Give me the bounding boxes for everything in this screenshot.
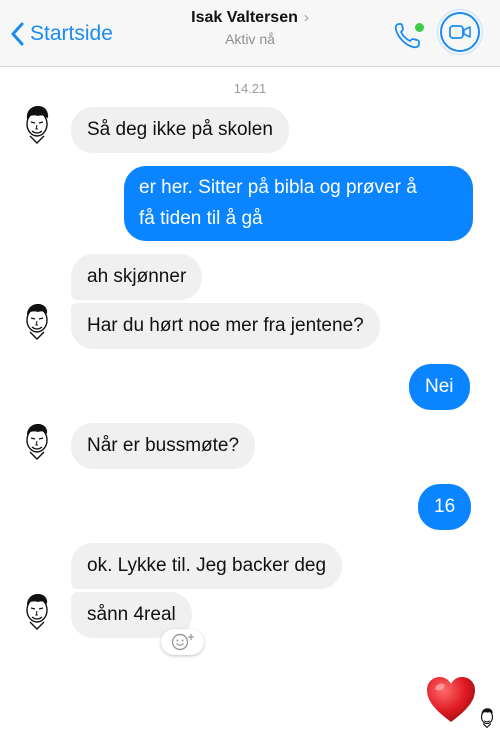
contact-avatar[interactable]: [21, 104, 53, 144]
video-camera-icon: [449, 25, 471, 39]
contact-avatar[interactable]: [21, 300, 53, 340]
avatar-face-icon: [480, 708, 494, 729]
online-indicator: [414, 22, 425, 33]
avatar-face-icon: [26, 106, 49, 144]
message-bubble-outgoing[interactable]: 16: [418, 484, 472, 530]
message-timestamp: 14.21: [233, 81, 267, 96]
chevron-right-icon: ›: [303, 9, 309, 26]
read-receipt-avatar: [478, 706, 496, 729]
add-reaction-button[interactable]: [161, 629, 204, 655]
message-bubble-outgoing[interactable]: Nei: [409, 364, 470, 410]
message-bubble-incoming[interactable]: ok. Lykke til. Jeg backer deg: [71, 543, 343, 589]
contact-avatar[interactable]: [21, 590, 53, 630]
heart-icon: [427, 677, 475, 722]
avatar-face-icon: [26, 304, 48, 340]
message-bubble-incoming[interactable]: Når er bussmøte?: [71, 423, 256, 469]
chat-header: Startside Isak Valtersen › Aktiv nå: [0, 0, 500, 67]
avatar-face-icon: [26, 424, 48, 460]
contact-name: Isak Valtersen: [191, 9, 298, 26]
message-line: er her. Sitter på bibla og prøver å: [139, 177, 417, 198]
message-bubble-incoming[interactable]: Har du hørt noe mer fra jentene?: [71, 303, 380, 349]
call-button[interactable]: [392, 18, 426, 52]
heart-emoji[interactable]: [425, 676, 477, 724]
message-line: få tiden til å gå: [139, 208, 263, 229]
avatar-face-icon: [26, 594, 48, 630]
add-reaction-icon: [171, 633, 194, 651]
contact-avatar[interactable]: [21, 420, 53, 460]
message-bubble-incoming[interactable]: Så deg ikke på skolen: [71, 107, 289, 153]
message-bubble-outgoing[interactable]: er her. Sitter på bibla og prøver å få t…: [124, 166, 473, 241]
video-call-button[interactable]: [437, 9, 483, 55]
message-bubble-incoming[interactable]: ah skjønner: [71, 254, 203, 300]
